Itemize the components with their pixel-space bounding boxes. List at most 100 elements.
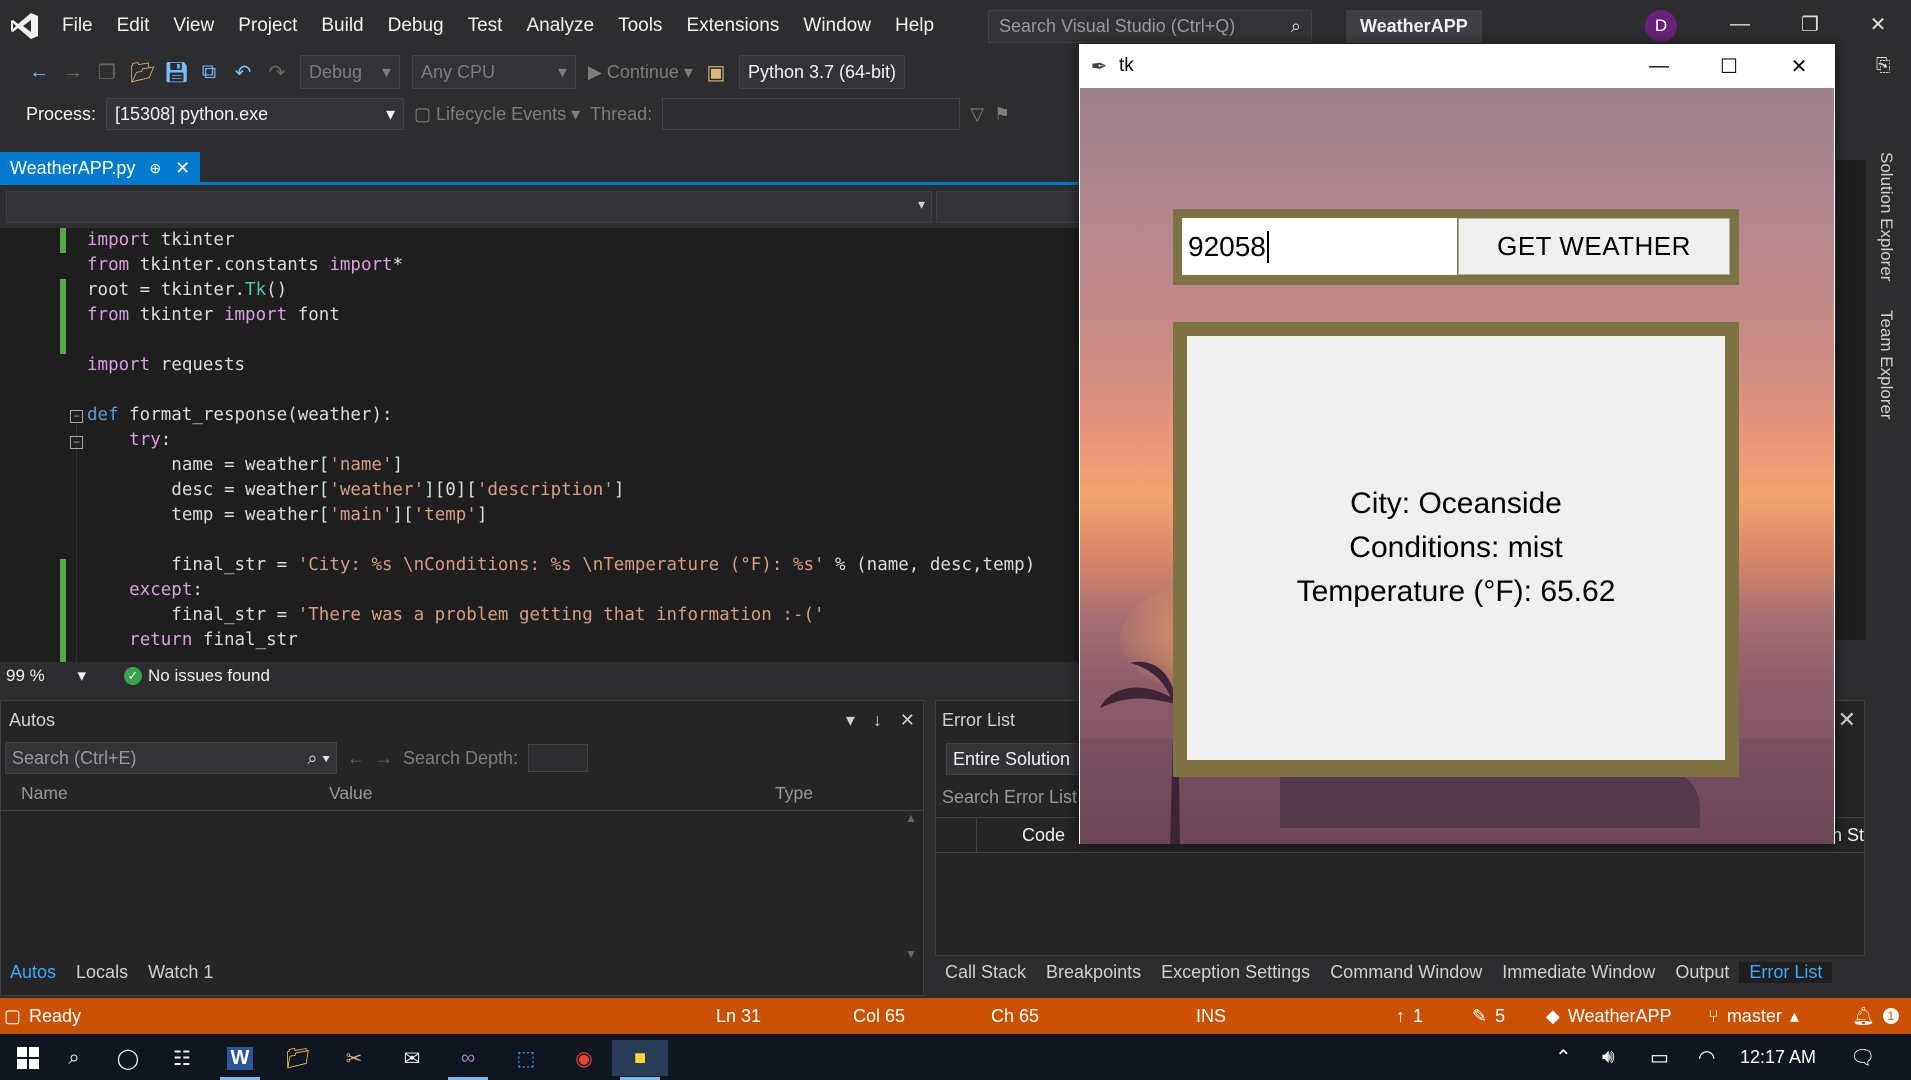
back-arrow-icon[interactable]: ←: [347, 748, 365, 769]
repository-indicator[interactable]: ◆ WeatherAPP: [1546, 998, 1672, 1034]
forward-icon[interactable]: →: [62, 61, 84, 84]
autos-search-input[interactable]: Search (Ctrl+E) ⌕ ▾: [5, 742, 337, 774]
flag-icon[interactable]: ⚑: [994, 104, 1010, 125]
unpushed-commits[interactable]: ↑ 1: [1396, 998, 1423, 1034]
attach-process-icon[interactable]: ▣: [705, 60, 727, 85]
collapse-icon[interactable]: −: [70, 410, 83, 423]
open-folder-icon[interactable]: 📂︎: [130, 60, 155, 85]
continue-button[interactable]: ▶ Continue ▾: [588, 62, 693, 83]
close-icon[interactable]: ✕: [1843, 0, 1911, 48]
tab-call-stack[interactable]: Call Stack: [935, 962, 1036, 983]
tab-exception-settings[interactable]: Exception Settings: [1151, 962, 1320, 983]
snipping-tool-icon[interactable]: ✂: [326, 1040, 382, 1076]
python-ide-icon[interactable]: ⬚: [498, 1040, 554, 1076]
tab-immediate-window[interactable]: Immediate Window: [1492, 962, 1665, 983]
configuration-combo[interactable]: Debug ▾: [300, 55, 400, 89]
wifi-icon[interactable]: ◠: [1698, 1034, 1715, 1080]
python-environment-combo[interactable]: Python 3.7 (64-bit): [738, 55, 906, 89]
tab-team-explorer[interactable]: Team Explorer: [1876, 310, 1896, 420]
tab-autos[interactable]: Autos: [0, 962, 66, 983]
branch-indicator[interactable]: ⑂ master ▴: [1708, 998, 1799, 1034]
pin-icon[interactable]: ⊕: [149, 160, 161, 177]
column-name[interactable]: Name: [1, 783, 309, 804]
menu-test[interactable]: Test: [456, 0, 515, 52]
menu-debug[interactable]: Debug: [376, 0, 456, 52]
search-depth-combo[interactable]: [528, 744, 589, 772]
menu-project[interactable]: Project: [226, 0, 309, 52]
vs-search-box[interactable]: Search Visual Studio (Ctrl+Q) ⌕: [988, 10, 1312, 43]
close-icon[interactable]: ✕: [1838, 707, 1856, 733]
menu-view[interactable]: View: [161, 0, 226, 52]
menu-tools[interactable]: Tools: [606, 0, 674, 52]
tab-output[interactable]: Output: [1665, 962, 1739, 983]
taskbar-clock[interactable]: 12:17 AM: [1740, 1034, 1816, 1080]
pin-icon[interactable]: ↓: [873, 710, 882, 731]
action-center-icon[interactable]: 🗨︎: [1850, 1034, 1875, 1080]
new-project-icon[interactable]: ❐: [96, 60, 118, 85]
tk-title-bar[interactable]: ✒ tk — ☐ ✕: [1079, 44, 1835, 88]
zip-code-input[interactable]: 92058: [1182, 218, 1457, 275]
zoom-combo[interactable]: 99 % ▾: [0, 666, 94, 686]
menu-help[interactable]: Help: [883, 0, 946, 52]
close-icon[interactable]: ✕: [1764, 44, 1834, 88]
scroll-up-icon[interactable]: ▲: [903, 811, 919, 825]
error-list-search[interactable]: Search Error List: [936, 779, 1083, 815]
pending-changes[interactable]: ✎ 5: [1472, 998, 1505, 1034]
tab-locals[interactable]: Locals: [66, 962, 138, 983]
vertical-scrollbar[interactable]: ▲ ▼: [903, 811, 919, 961]
save-icon[interactable]: 💾︎: [164, 60, 189, 85]
user-avatar[interactable]: D: [1645, 10, 1677, 42]
filter-icon[interactable]: ▽: [970, 104, 984, 125]
close-icon[interactable]: ✕: [900, 710, 915, 731]
tab-error-list[interactable]: Error List: [1739, 961, 1833, 983]
minimize-icon[interactable]: —: [1624, 44, 1694, 88]
menu-extensions[interactable]: Extensions: [674, 0, 791, 52]
lifecycle-events-button[interactable]: ▢ Lifecycle Events ▾: [414, 104, 580, 125]
column-code[interactable]: Code: [1022, 825, 1065, 846]
cortana-icon[interactable]: ◯: [100, 1040, 156, 1076]
issues-indicator[interactable]: ✓ No issues found: [94, 666, 270, 686]
menu-analyze[interactable]: Analyze: [514, 0, 606, 52]
visual-studio-icon[interactable]: ∞: [440, 1040, 496, 1080]
mail-icon[interactable]: ✉: [384, 1040, 440, 1076]
tab-command-window[interactable]: Command Window: [1320, 962, 1492, 983]
tab-breakpoints[interactable]: Breakpoints: [1036, 962, 1151, 983]
chevron-up-icon[interactable]: ⌃: [1555, 1034, 1572, 1080]
battery-icon[interactable]: ▭: [1650, 1034, 1669, 1080]
task-view-icon[interactable]: ☷: [154, 1040, 210, 1076]
tab-weatherapp-py[interactable]: WeatherAPP.py ⊕ ✕: [0, 152, 201, 185]
scroll-down-icon[interactable]: ▼: [903, 947, 919, 961]
live-share-icon[interactable]: ⎘: [1876, 55, 1890, 76]
column-type[interactable]: Type: [755, 783, 813, 804]
thread-combo[interactable]: [662, 98, 961, 130]
notifications[interactable]: 🔔︎ 1: [1852, 998, 1899, 1034]
error-scope-combo[interactable]: Entire Solution: [946, 743, 1080, 775]
close-tab-icon[interactable]: ✕: [175, 158, 190, 179]
minimize-icon[interactable]: —: [1705, 0, 1775, 48]
word-icon[interactable]: W: [212, 1040, 268, 1080]
chevron-down-icon[interactable]: ▾: [846, 710, 855, 731]
visual-studio-logo-icon[interactable]: [0, 0, 50, 52]
insert-mode[interactable]: INS: [1196, 998, 1226, 1034]
save-all-icon[interactable]: ⧉: [198, 61, 220, 84]
member-dropdown[interactable]: [936, 191, 1080, 223]
restore-icon[interactable]: ❐: [1775, 0, 1845, 48]
menu-edit[interactable]: Edit: [105, 0, 162, 52]
volume-icon[interactable]: 🔊︎: [1602, 1034, 1615, 1080]
column-project-partial[interactable]: n St: [1832, 825, 1864, 846]
file-explorer-icon[interactable]: 📁︎: [270, 1040, 326, 1076]
autos-grid[interactable]: ▲ ▼: [1, 811, 923, 961]
tab-watch-1[interactable]: Watch 1: [138, 962, 223, 983]
platform-combo[interactable]: Any CPU ▾: [412, 55, 576, 89]
scope-dropdown[interactable]: ▾: [6, 191, 932, 223]
menu-build[interactable]: Build: [309, 0, 375, 52]
chrome-icon[interactable]: ◉: [556, 1040, 612, 1076]
redo-icon[interactable]: ↷: [266, 60, 288, 85]
forward-arrow-icon[interactable]: →: [375, 748, 393, 769]
search-icon[interactable]: ⌕: [46, 1040, 102, 1076]
menu-file[interactable]: File: [50, 0, 105, 52]
column-value[interactable]: Value: [309, 783, 755, 804]
tab-solution-explorer[interactable]: Solution Explorer: [1876, 152, 1896, 281]
code-editor[interactable]: − − import tkinter from tkinter.constant…: [0, 228, 1080, 662]
back-icon[interactable]: ←: [28, 61, 50, 84]
